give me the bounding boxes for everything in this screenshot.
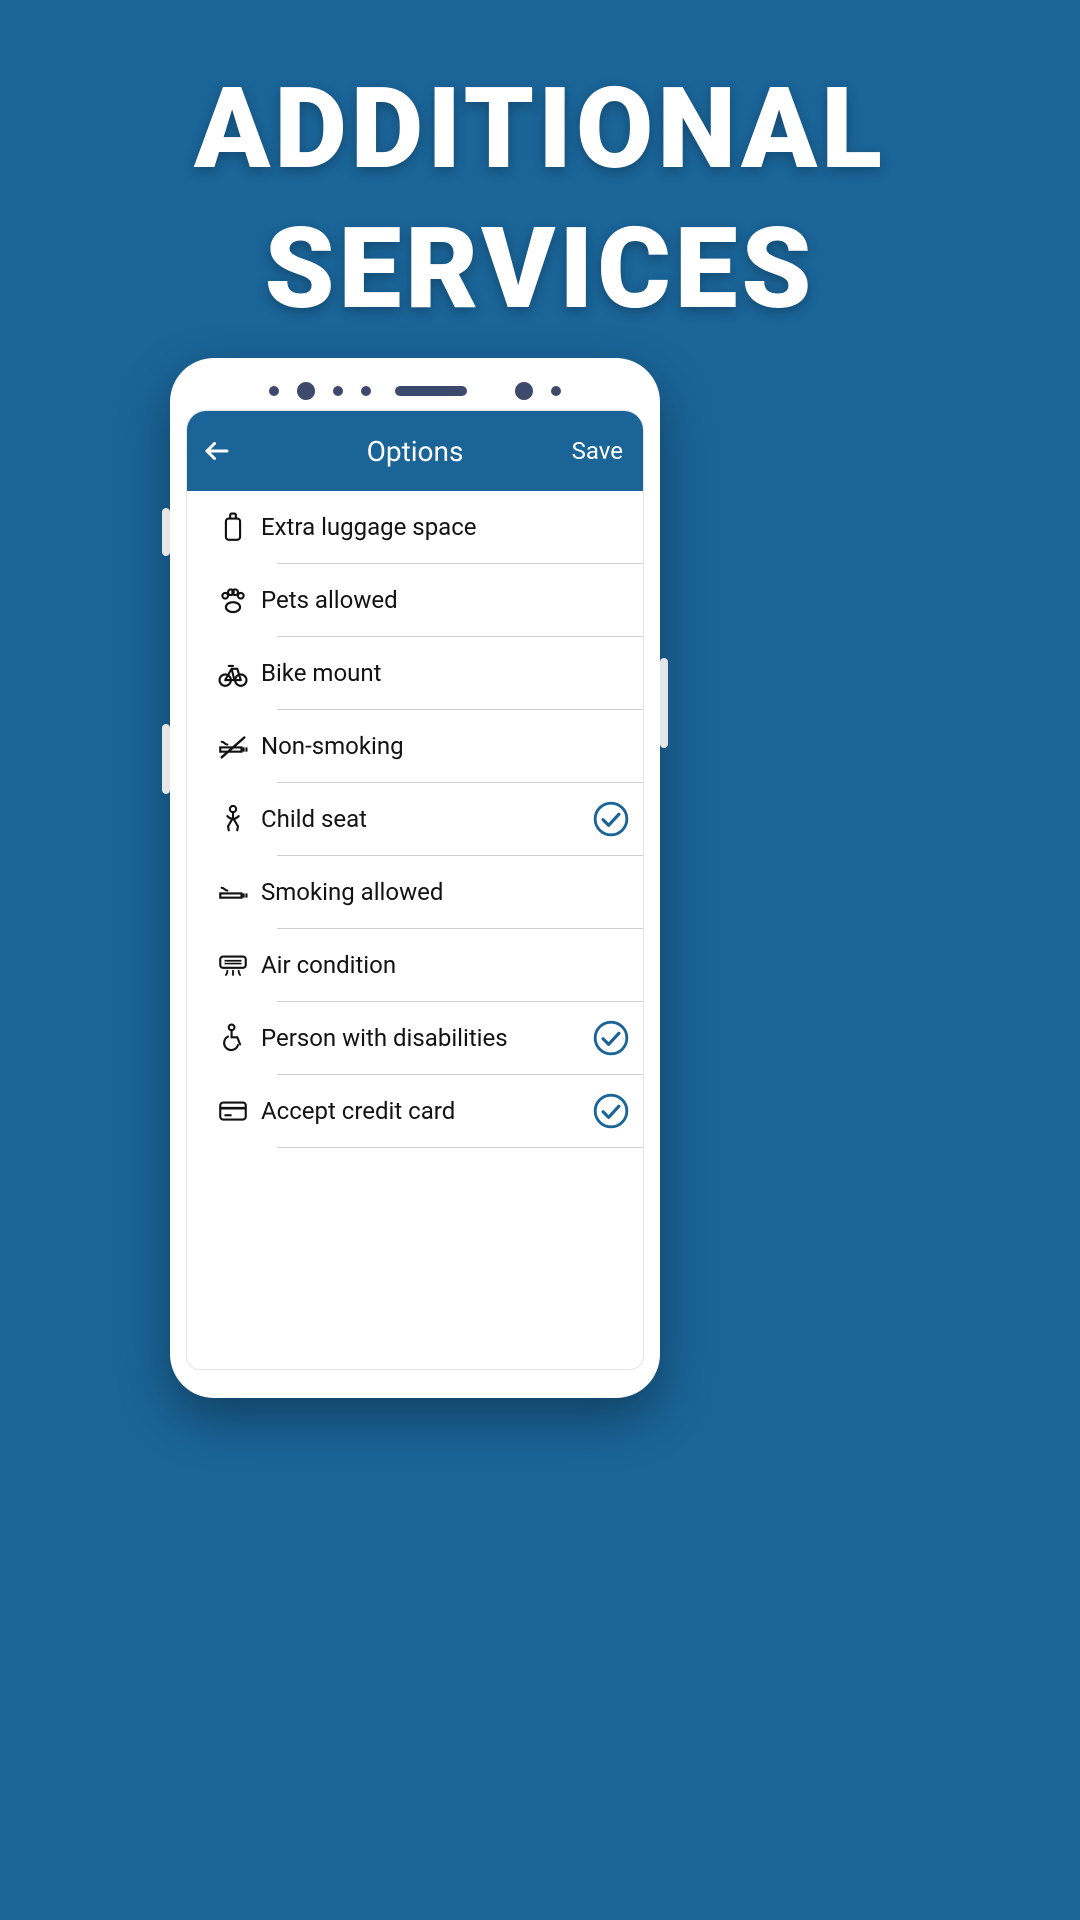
promo-headline-line2: SERVICES [0, 200, 1080, 340]
option-row-credit-card[interactable]: Accept credit card [187, 1075, 643, 1147]
luggage-icon [205, 510, 261, 544]
divider [277, 1147, 643, 1148]
baby-icon [205, 802, 261, 836]
option-checkmark[interactable] [579, 1019, 643, 1057]
promo-headline-line1: ADDITIONAL [0, 60, 1080, 200]
hardware-button [162, 508, 170, 556]
phone-frame: Options Save Extra luggage space Pets all… [170, 358, 660, 1398]
option-checkmark[interactable] [579, 800, 643, 838]
check-circle-icon [592, 1019, 630, 1057]
back-button[interactable] [187, 411, 247, 491]
cigarette-icon [205, 875, 261, 909]
option-row-air-condition[interactable]: Air condition [187, 929, 643, 1001]
option-row-smoking-allowed[interactable]: Smoking allowed [187, 856, 643, 928]
option-label: Extra luggage space [261, 513, 579, 541]
phone-sensors [170, 382, 660, 400]
check-circle-icon [592, 1092, 630, 1130]
option-label: Non-smoking [261, 732, 579, 760]
paw-icon [205, 583, 261, 617]
option-row-extra-luggage[interactable]: Extra luggage space [187, 491, 643, 563]
app-bar: Options Save [187, 411, 643, 491]
options-list: Extra luggage space Pets allowed Bike moun… [187, 491, 643, 1148]
option-label: Person with disabilities [261, 1024, 579, 1052]
option-label: Child seat [261, 805, 579, 833]
hardware-button [660, 658, 668, 748]
option-label: Bike mount [261, 659, 579, 687]
option-row-bike-mount[interactable]: Bike mount [187, 637, 643, 709]
option-label: Accept credit card [261, 1097, 579, 1125]
save-button[interactable]: Save [572, 437, 643, 465]
hardware-button [162, 724, 170, 794]
option-label: Smoking allowed [261, 878, 579, 906]
option-row-non-smoking[interactable]: Non-smoking [187, 710, 643, 782]
option-checkmark[interactable] [579, 1092, 643, 1130]
option-label: Air condition [261, 951, 579, 979]
option-row-pets-allowed[interactable]: Pets allowed [187, 564, 643, 636]
promo-headline: ADDITIONAL SERVICES [0, 0, 1080, 340]
option-label: Pets allowed [261, 586, 579, 614]
credit-card-icon [205, 1094, 261, 1128]
ac-icon [205, 948, 261, 982]
wheelchair-icon [205, 1021, 261, 1055]
arrow-left-icon [202, 436, 232, 466]
no-smoking-icon [205, 729, 261, 763]
screen: Options Save Extra luggage space Pets all… [186, 410, 644, 1370]
option-row-disabilities[interactable]: Person with disabilities [187, 1002, 643, 1074]
option-row-child-seat[interactable]: Child seat [187, 783, 643, 855]
check-circle-icon [592, 800, 630, 838]
bicycle-icon [205, 656, 261, 690]
